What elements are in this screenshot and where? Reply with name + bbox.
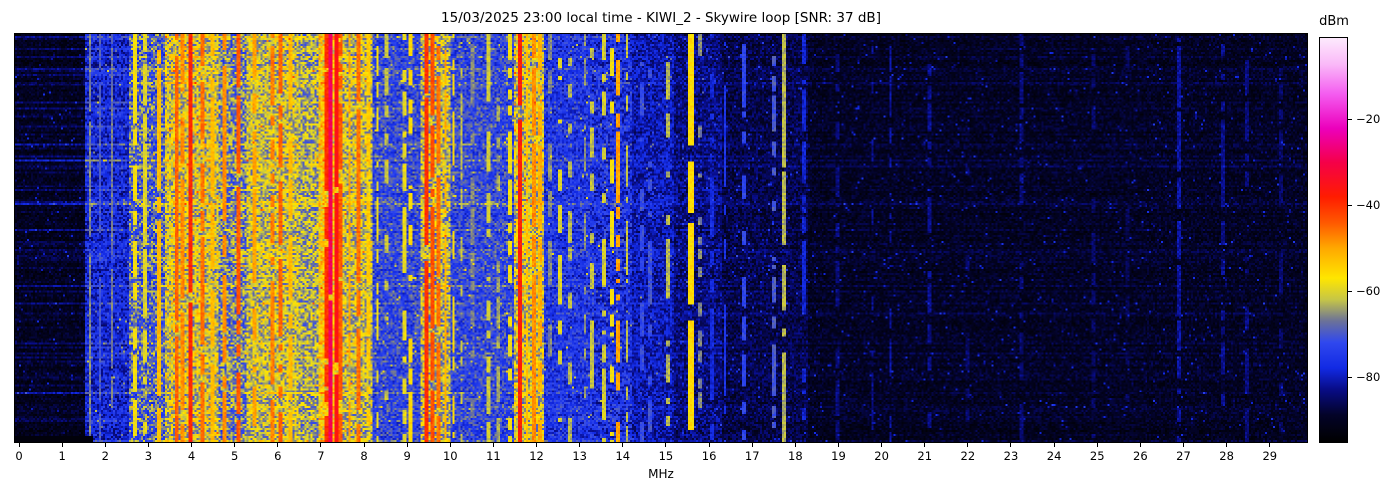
- x-tick-mark: [751, 443, 753, 447]
- x-tick-mark: [967, 443, 969, 447]
- x-tick-mark: [1183, 443, 1184, 447]
- colorbar-tick-label: −80: [1356, 370, 1381, 385]
- x-tick-label: 12: [529, 449, 544, 463]
- x-tick-mark: [1226, 443, 1228, 447]
- x-tick-mark: [61, 443, 63, 447]
- x-tick-mark: [320, 443, 322, 447]
- x-tick-mark: [1010, 443, 1012, 447]
- x-tick-label: 24: [1046, 449, 1062, 463]
- x-tick-label: 13: [572, 449, 588, 463]
- colorbar-tick-label: −40: [1356, 198, 1381, 213]
- x-tick-mark: [1096, 443, 1098, 447]
- x-tick-label: 7: [317, 449, 325, 463]
- x-tick-label: 27: [1176, 449, 1191, 463]
- colorbar-tick-label: −60: [1356, 284, 1381, 299]
- colorbar: [1319, 37, 1348, 443]
- colorbar-tick-mark: [1348, 204, 1352, 206]
- x-tick-label: 22: [960, 449, 976, 463]
- x-tick-mark: [622, 443, 624, 447]
- x-tick-label: 6: [274, 449, 282, 463]
- colorbar-unit-label: dBm: [1319, 14, 1349, 29]
- x-tick-mark: [536, 443, 538, 447]
- x-tick-mark: [579, 443, 581, 447]
- x-tick-label: 11: [486, 449, 501, 463]
- x-tick-mark: [147, 443, 149, 447]
- spectrogram-heatmap: [15, 34, 1307, 442]
- x-tick-label: 29: [1262, 449, 1278, 463]
- x-tick-label: 17: [744, 449, 760, 463]
- x-tick-mark: [277, 443, 279, 447]
- x-tick-mark: [924, 443, 926, 447]
- x-axis-label: MHz: [648, 467, 674, 481]
- x-tick-label: 15: [658, 449, 674, 463]
- x-tick-label: 0: [15, 449, 23, 463]
- x-tick-mark: [1139, 443, 1141, 447]
- x-tick-label: 3: [144, 449, 153, 463]
- x-tick-mark: [363, 443, 365, 447]
- x-tick-label: 9: [403, 449, 411, 463]
- x-tick-mark: [708, 443, 710, 447]
- colorbar-tick-mark: [1348, 376, 1352, 378]
- spectrogram-figure: 15/03/2025 23:00 local time - KIWI_2 - S…: [0, 0, 1400, 500]
- x-tick-label: 18: [788, 449, 803, 463]
- x-tick-label: 14: [615, 449, 631, 463]
- x-tick-mark: [492, 443, 494, 447]
- colorbar-tick-label: −20: [1356, 112, 1381, 127]
- x-tick-mark: [449, 443, 451, 447]
- x-tick-label: 10: [442, 449, 458, 463]
- x-tick-label: 25: [1089, 449, 1105, 463]
- x-tick-label: 20: [874, 449, 889, 463]
- chart-title: 15/03/2025 23:00 local time - KIWI_2 - S…: [441, 10, 881, 26]
- x-tick-label: 16: [701, 449, 717, 463]
- x-tick-mark: [234, 443, 236, 447]
- colorbar-tick-mark: [1348, 290, 1352, 292]
- x-tick-label: 1: [58, 449, 66, 463]
- x-tick-mark: [881, 443, 883, 447]
- x-tick-mark: [191, 443, 193, 447]
- plot-area: [14, 33, 1308, 443]
- x-tick-mark: [665, 443, 667, 447]
- x-tick-label: 2: [101, 449, 109, 463]
- x-tick-label: 4: [187, 449, 196, 463]
- x-tick-label: 26: [1133, 449, 1148, 463]
- x-tick-mark: [406, 443, 408, 447]
- x-tick-mark: [794, 443, 796, 447]
- x-tick-mark: [104, 443, 106, 447]
- colorbar-tick-mark: [1348, 118, 1352, 120]
- x-tick-label: 5: [230, 449, 239, 463]
- x-tick-label: 21: [917, 449, 933, 463]
- x-tick-mark: [18, 443, 20, 447]
- x-tick-mark: [1269, 443, 1271, 447]
- x-tick-label: 19: [831, 449, 846, 463]
- x-tick-mark: [1053, 443, 1055, 447]
- x-tick-label: 23: [1003, 449, 1019, 463]
- x-tick-mark: [837, 443, 839, 447]
- x-tick-label: 8: [360, 449, 368, 463]
- x-tick-label: 28: [1219, 449, 1234, 463]
